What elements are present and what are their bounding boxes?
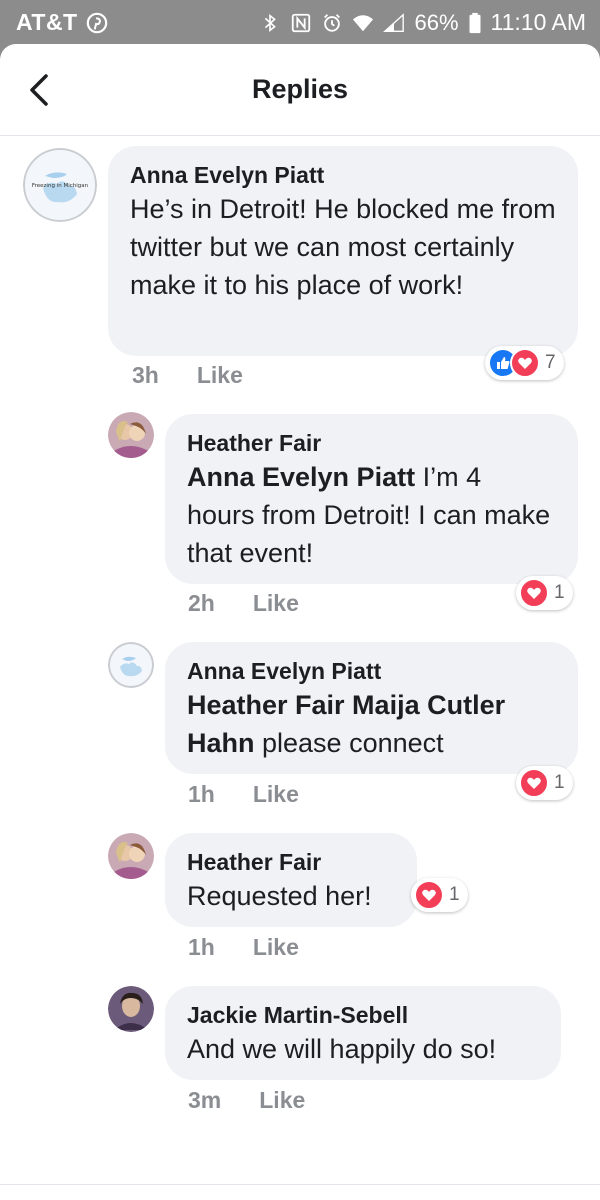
comment-text: Heather Fair Maija Cutler Hahn please co… — [187, 686, 556, 762]
love-reaction-icon — [519, 768, 549, 798]
avatar[interactable] — [108, 642, 154, 688]
comment-meta: 3m Like — [188, 1087, 305, 1114]
comment-bubble[interactable]: Anna Evelyn Piatt Heather Fair Maija Cut… — [165, 642, 578, 774]
battery-percent: 66% — [414, 9, 459, 35]
profile-photo-avatar-icon — [108, 412, 154, 458]
comment-text: Requested her! — [187, 881, 372, 911]
avatar-caption: Freezing in Michigan — [32, 183, 89, 189]
comment-time: 1h — [188, 934, 215, 960]
wifi-icon — [353, 14, 374, 31]
reaction-summary[interactable]: 7 — [485, 346, 564, 380]
comment-bubble[interactable]: Heather Fair Anna Evelyn Piatt I’m 4 hou… — [165, 414, 578, 584]
comment-author[interactable]: Heather Fair — [187, 847, 395, 877]
comment-time: 3m — [188, 1087, 222, 1113]
reply-composer-edge — [0, 1184, 600, 1200]
replies-sheet: Replies Freezing in Michigan Anna Evelyn… — [0, 44, 600, 1200]
comment-bubble[interactable]: Heather Fair Requested her! — [165, 833, 417, 927]
reaction-summary[interactable]: 1 — [516, 576, 573, 610]
michigan-map-avatar-icon: Freezing in Michigan — [23, 148, 97, 222]
pinterest-icon — [86, 12, 107, 33]
comment-bubble[interactable]: Anna Evelyn Piatt He’s in Detroit! He bl… — [108, 146, 578, 356]
reaction-count: 1 — [554, 582, 565, 603]
avatar[interactable]: Freezing in Michigan — [23, 148, 97, 222]
nfc-icon — [292, 13, 311, 32]
avatar[interactable] — [108, 986, 154, 1032]
profile-photo-avatar-icon — [108, 833, 154, 879]
reaction-count: 7 — [545, 352, 556, 373]
comment-meta: 2h Like — [188, 590, 299, 617]
reaction-count: 1 — [554, 772, 565, 793]
page-title: Replies — [251, 74, 349, 104]
alarm-icon — [324, 13, 341, 32]
comment-author[interactable]: Heather Fair — [187, 428, 556, 458]
reaction-summary[interactable]: 1 — [411, 878, 468, 912]
comment-text: Anna Evelyn Piatt I’m 4 hours from Detro… — [187, 458, 556, 572]
comment-author[interactable]: Anna Evelyn Piatt — [130, 160, 556, 190]
comment-text: He’s in Detroit! He blocked me from twit… — [130, 194, 556, 300]
comment-time: 3h — [132, 362, 159, 388]
like-button[interactable]: Like — [253, 590, 299, 617]
signal-icon — [383, 12, 405, 32]
like-button[interactable]: Like — [259, 1087, 305, 1114]
header: Replies — [0, 44, 600, 136]
michigan-map-avatar-icon — [108, 642, 154, 688]
clock: 11:10 AM — [490, 9, 586, 35]
like-button[interactable]: Like — [197, 362, 243, 389]
love-reaction-icon — [519, 578, 549, 608]
battery-icon — [469, 12, 481, 33]
comment-meta: 3h Like — [132, 362, 243, 389]
love-reaction-icon — [510, 348, 540, 378]
bluetooth-icon — [265, 13, 277, 32]
avatar[interactable] — [108, 833, 154, 879]
comment-meta: 1h Like — [188, 781, 299, 808]
comment-time: 2h — [188, 590, 215, 616]
like-button[interactable]: Like — [253, 781, 299, 808]
comment-author[interactable]: Anna Evelyn Piatt — [187, 656, 556, 686]
reaction-count: 1 — [449, 884, 460, 905]
reaction-summary[interactable]: 1 — [516, 766, 573, 800]
comment-meta: 1h Like — [188, 934, 299, 961]
comment-time: 1h — [188, 781, 215, 807]
profile-photo-avatar-icon — [108, 986, 154, 1032]
like-button[interactable]: Like — [253, 934, 299, 961]
mention-link[interactable]: Anna Evelyn Piatt — [187, 462, 415, 492]
love-reaction-icon — [414, 880, 444, 910]
comment-body: please connect — [254, 728, 444, 758]
comment-bubble[interactable]: Jackie Martin-Sebell And we will happily… — [165, 986, 561, 1080]
avatar[interactable] — [108, 412, 154, 458]
carrier-label: AT&T — [16, 9, 78, 35]
comment-author[interactable]: Jackie Martin-Sebell — [187, 1000, 539, 1030]
comment-text: And we will happily do so! — [187, 1034, 497, 1064]
status-bar: AT&T 66% 11:10 AM — [0, 0, 600, 44]
